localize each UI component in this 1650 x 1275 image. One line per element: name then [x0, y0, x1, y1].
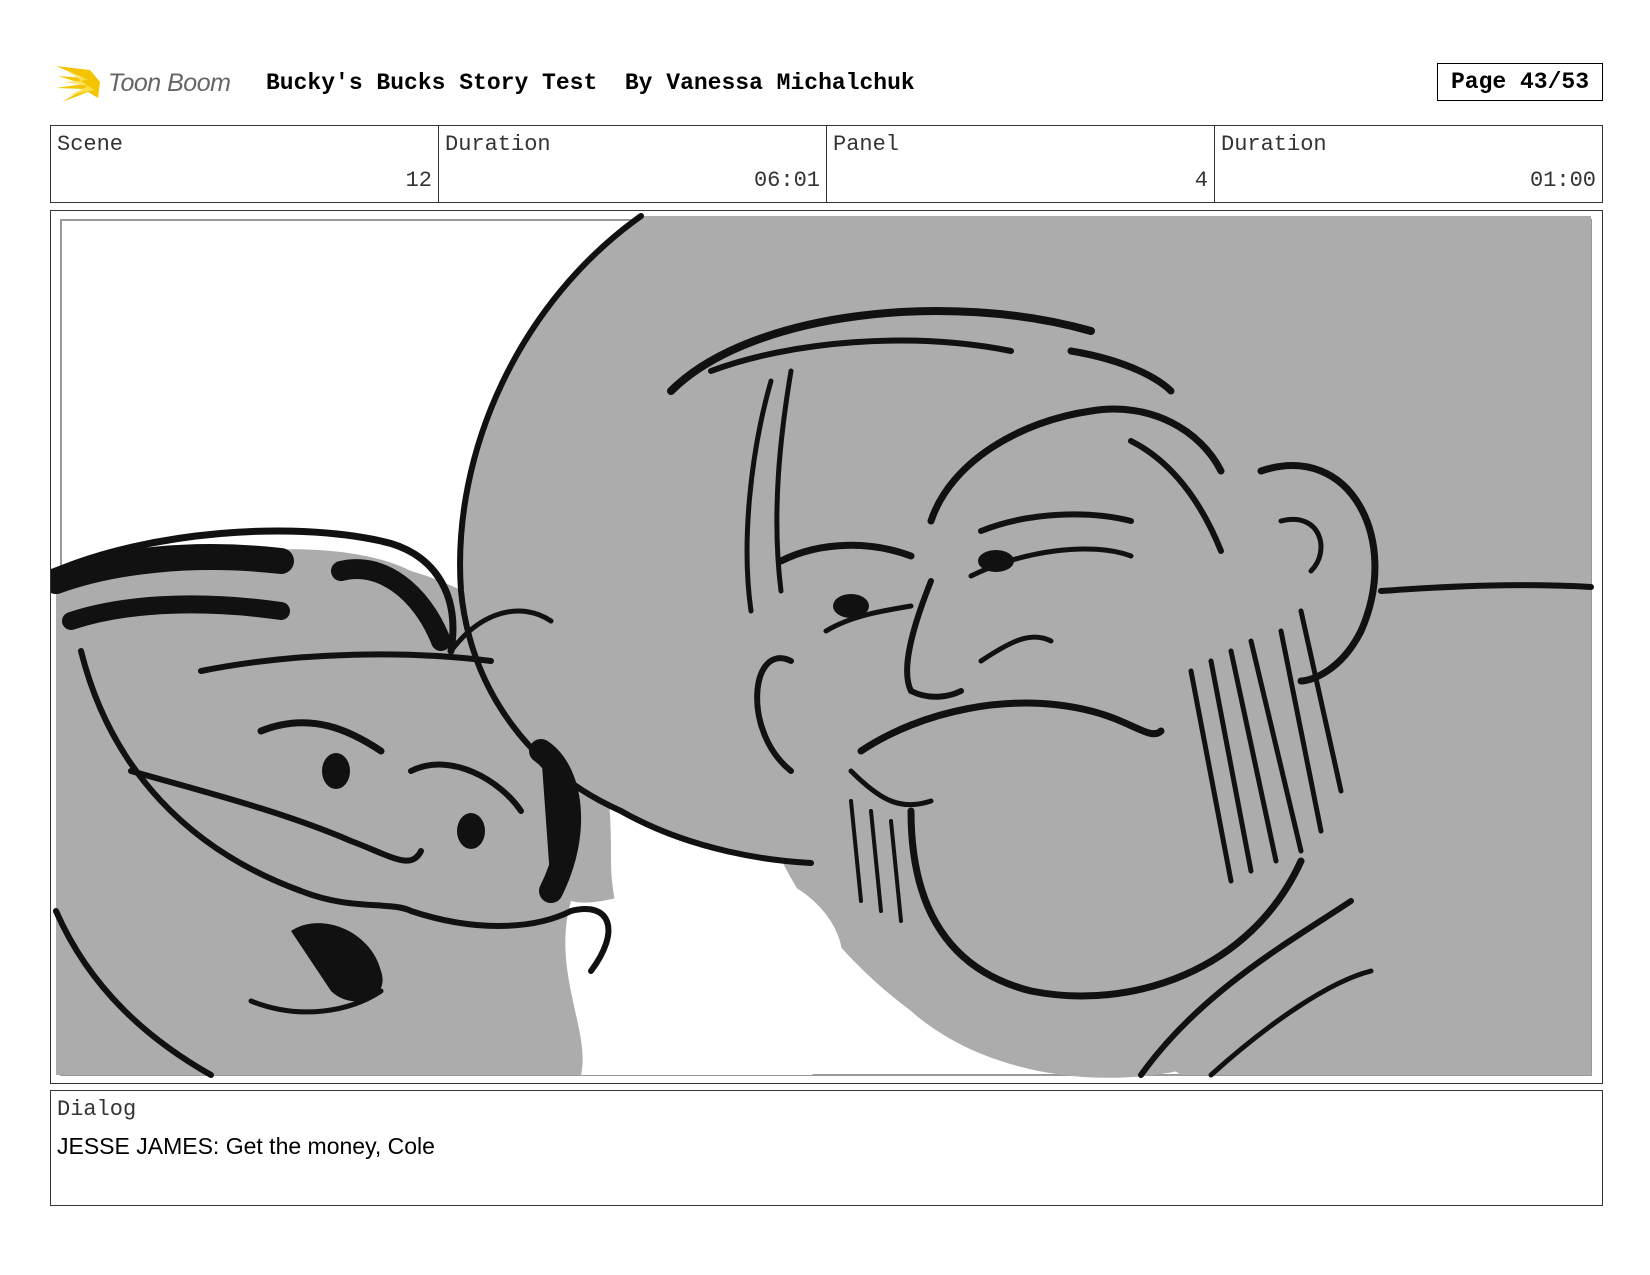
page-number: Page 43/53	[1437, 63, 1603, 101]
page-header: Toon Boom Bucky's Bucks Story Test By Va…	[50, 58, 1603, 108]
scene-duration-cell: Duration 06:01	[439, 126, 827, 202]
panel-duration-value: 01:00	[1529, 168, 1596, 193]
panel-duration-cell: Duration 01:00	[1215, 126, 1602, 202]
panel-cell: Panel 4	[827, 126, 1215, 202]
storyboard-panel	[50, 210, 1603, 1084]
scene-value: 12	[405, 168, 432, 193]
logo-text: Toon Boom	[108, 69, 231, 97]
dialog-label: Dialog	[57, 1097, 137, 1122]
panel-value: 4	[1194, 168, 1208, 193]
starburst-icon	[56, 66, 100, 102]
scene-cell: Scene 12	[51, 126, 439, 202]
scene-duration-value: 06:01	[753, 168, 820, 193]
storyboard-sketch-image	[51, 213, 1594, 1078]
panel-label: Panel	[833, 132, 900, 157]
storyboard-title: Bucky's Bucks Story Test By Vanessa Mich…	[266, 70, 915, 96]
dialog-text: JESSE JAMES: Get the money, Cole	[57, 1133, 435, 1159]
scene-label: Scene	[57, 132, 124, 157]
dialog-box: Dialog JESSE JAMES: Get the money, Cole	[50, 1090, 1603, 1206]
panel-duration-label: Duration	[1221, 132, 1327, 157]
toon-boom-logo: Toon Boom	[54, 58, 254, 108]
scene-info-row: Scene 12 Duration 06:01 Panel 4 Duration…	[50, 125, 1603, 203]
scene-duration-label: Duration	[445, 132, 551, 157]
